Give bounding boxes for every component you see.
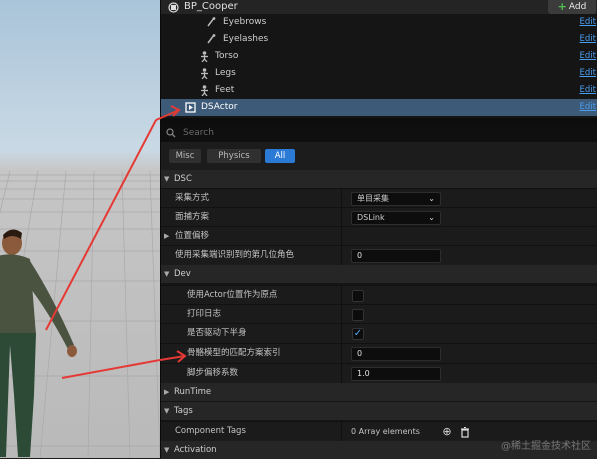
component-label: Legs — [215, 68, 236, 78]
section-dev[interactable]: ▼ Dev — [161, 265, 597, 283]
bone-scheme-index-input[interactable]: 0 — [351, 347, 441, 361]
edit-link[interactable]: Edit — [580, 14, 596, 31]
component-label: Eyebrows — [223, 17, 267, 27]
add-element-icon[interactable]: ⊕ — [440, 425, 454, 439]
skeleton-icon — [199, 68, 211, 80]
details-panel: BP_Cooper + Add Eyebrows Edit Eyelashes … — [160, 0, 597, 459]
column-divider — [341, 305, 342, 325]
edit-link[interactable]: Edit — [580, 31, 596, 48]
property-row: 骨骼模型的匹配方案索引 0 — [161, 343, 597, 364]
column-divider — [341, 364, 342, 384]
section-dsc[interactable]: ▼ DSC — [161, 170, 597, 188]
column-divider — [341, 344, 342, 364]
array-count-text: 0 Array elements — [351, 427, 420, 436]
level-viewport[interactable] — [0, 0, 160, 458]
property-row: 打印日志 — [161, 304, 597, 325]
skeleton-icon — [199, 51, 211, 63]
component-label: DSActor — [201, 102, 238, 112]
component-row-legs[interactable]: Legs Edit — [161, 65, 597, 82]
column-divider — [341, 227, 342, 247]
component-label: Eyelashes — [223, 34, 269, 44]
chevron-down-icon: ⌄ — [428, 213, 435, 222]
edit-link[interactable]: Edit — [580, 65, 596, 82]
edit-link[interactable]: Edit — [580, 82, 596, 99]
filter-physics-button[interactable]: Physics — [207, 149, 261, 163]
property-row: 面捕方案 DSLink ⌄ — [161, 207, 597, 228]
use-actor-origin-checkbox[interactable] — [352, 290, 364, 302]
blueprint-title: BP_Cooper — [184, 1, 238, 12]
component-row-eyelashes[interactable]: Eyelashes Edit — [161, 31, 597, 48]
property-row: 使用采集端识别到的第几位角色 0 — [161, 245, 597, 266]
edit-link[interactable]: Edit — [580, 48, 596, 65]
print-log-checkbox[interactable] — [352, 309, 364, 321]
property-row: 是否驱动下半身 ✓ — [161, 323, 597, 344]
plus-icon: + — [557, 0, 567, 13]
component-label: Feet — [215, 85, 235, 95]
splitter[interactable] — [161, 118, 597, 125]
annotation-arrowheads — [155, 105, 187, 363]
checkmark-icon: ✓ — [353, 328, 363, 339]
column-divider — [341, 422, 342, 442]
chevron-down-icon: ⌄ — [428, 194, 435, 203]
skeleton-icon — [199, 85, 211, 97]
search-bar[interactable]: Search — [161, 125, 597, 142]
bone-icon — [206, 34, 218, 46]
component-row-torso[interactable]: Torso Edit — [161, 48, 597, 65]
component-row-eyebrows[interactable]: Eyebrows Edit — [161, 14, 597, 31]
add-component-button[interactable]: + Add — [548, 0, 596, 14]
filter-bar: Misc Physics All — [161, 142, 597, 170]
column-divider — [341, 324, 342, 344]
section-tags[interactable]: ▼ Tags — [161, 402, 597, 420]
trash-icon[interactable] — [458, 425, 472, 439]
component-row-feet[interactable]: Feet Edit — [161, 82, 597, 99]
column-divider — [341, 246, 342, 266]
section-runtime[interactable]: ▶ RunTime — [161, 383, 597, 401]
filter-all-button[interactable]: All — [265, 149, 295, 163]
property-row: 脚步偏移系数 1.0 — [161, 363, 597, 384]
component-label: Torso — [215, 51, 239, 61]
column-divider — [341, 208, 342, 228]
role-index-input[interactable]: 0 — [351, 249, 441, 263]
collapse-arrow-icon: ▼ — [164, 407, 170, 415]
collapse-arrow-icon: ▼ — [164, 446, 170, 454]
driver-scheme-dropdown[interactable]: DSLink ⌄ — [351, 211, 441, 225]
property-row: 使用Actor位置作为原点 — [161, 285, 597, 306]
drive-lower-body-checkbox[interactable]: ✓ — [352, 328, 364, 340]
edit-link[interactable]: Edit — [580, 99, 596, 116]
blueprint-header: BP_Cooper + Add — [161, 0, 597, 14]
property-row-expandable[interactable]: ▶ 位置偏移 — [161, 226, 597, 247]
column-divider — [341, 286, 342, 306]
blueprint-icon — [167, 1, 179, 13]
watermark: @稀土掘金技术社区 — [501, 441, 591, 452]
expand-arrow-icon: ▶ — [164, 388, 170, 396]
annotation-arrows — [45, 119, 160, 379]
foot-offset-input[interactable]: 1.0 — [351, 367, 441, 381]
component-row-dsactor[interactable]: DSActor Edit — [161, 99, 597, 116]
property-row: 采集方式 单目采集 ⌄ — [161, 188, 597, 209]
column-divider — [341, 189, 342, 209]
capture-mode-dropdown[interactable]: 单目采集 ⌄ — [351, 192, 441, 206]
bone-icon — [206, 17, 218, 29]
